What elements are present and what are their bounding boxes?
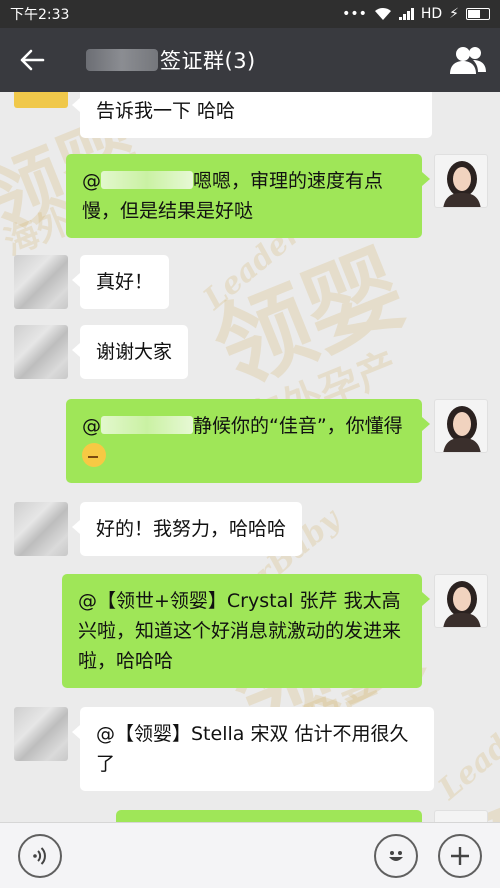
network-label: HD [420, 6, 443, 22]
charging-icon: ⚡ [449, 6, 459, 22]
message-bubble-incoming[interactable]: 告诉我一下 哈哈 [72, 92, 432, 138]
sender-avatar[interactable] [14, 255, 68, 309]
message-text: 谢谢大家 [96, 341, 173, 363]
sender-avatar[interactable] [14, 502, 68, 556]
mention-prefix: @ [82, 170, 101, 192]
message-text: @【领世+领婴】Crystal 张芹 我太高兴啦，知道这个好消息就激动的发进来啦… [78, 590, 402, 672]
status-icons: ••• HD ⚡ [342, 6, 490, 22]
message-bubble-outgoing[interactable]: @ 嗯嗯，审理的速度有点慢，但是结果是好哒 [66, 154, 430, 238]
smirk-emoji-icon [82, 443, 106, 467]
message-bubble-incoming[interactable]: 好的！我努力，哈哈哈 [71, 502, 303, 556]
my-avatar[interactable] [434, 399, 488, 453]
wifi-icon [374, 7, 391, 20]
emoji-button[interactable] [374, 834, 418, 878]
sender-avatar[interactable] [14, 92, 68, 108]
message-bubble-incoming[interactable]: @【领婴】Stella 宋双 估计不用很久了 [72, 707, 434, 791]
my-avatar[interactable] [434, 574, 488, 628]
message-bubble-incoming[interactable]: 谢谢大家 [71, 325, 189, 379]
voice-input-button[interactable] [18, 834, 62, 878]
status-time: 下午2:33 [10, 7, 70, 23]
message-text: @【领婴】Stella 宋双 估计不用很久了 [96, 723, 409, 775]
input-toolbar [0, 822, 500, 888]
message-text: 告诉我一下 哈哈 [96, 100, 236, 122]
sender-avatar[interactable] [14, 707, 68, 761]
my-avatar[interactable] [434, 810, 488, 822]
message-bubble-outgoing[interactable] [116, 810, 422, 822]
watermark-brand: LeaderBaby [431, 652, 500, 807]
sender-avatar[interactable] [14, 325, 68, 379]
mention-prefix: @ [82, 415, 101, 437]
status-bar: 下午2:33 ••• HD ⚡ [0, 0, 500, 28]
blurred-mention [101, 416, 193, 434]
watermark-logo: 领婴 [198, 230, 420, 408]
message-bubble-outgoing[interactable]: @ 静候你的“佳音”，你懂得 [66, 399, 430, 483]
message-bubble-incoming[interactable]: 真好！ [71, 255, 170, 309]
signal-icon [398, 8, 414, 20]
more-dots-icon: ••• [342, 6, 367, 22]
blurred-group-name [86, 49, 158, 71]
plus-icon [451, 847, 469, 865]
blurred-mention [101, 171, 193, 189]
message-text: 好的！我努力，哈哈哈 [96, 518, 287, 540]
message-text: 静候你的“佳音”，你懂得 [193, 415, 403, 437]
my-avatar[interactable] [434, 154, 488, 208]
chat-header: 签证群(3) [0, 28, 500, 92]
chat-messages[interactable]: 领婴 海外孕产 LeaderBaby 领婴 海外孕产 领婴 海外孕产 Leade… [0, 92, 500, 822]
emoji-face-icon [389, 851, 403, 861]
chat-title: 签证群(3) [160, 49, 256, 73]
voice-icon [33, 847, 46, 865]
battery-icon [466, 8, 490, 20]
message-bubble-outgoing[interactable]: @【领世+领婴】Crystal 张芹 我太高兴啦，知道这个好消息就激动的发进来啦… [62, 574, 430, 688]
back-arrow-icon[interactable] [0, 28, 64, 92]
group-members-icon[interactable] [448, 42, 488, 78]
more-options-button[interactable] [438, 834, 482, 878]
message-text: 真好！ [96, 271, 154, 293]
